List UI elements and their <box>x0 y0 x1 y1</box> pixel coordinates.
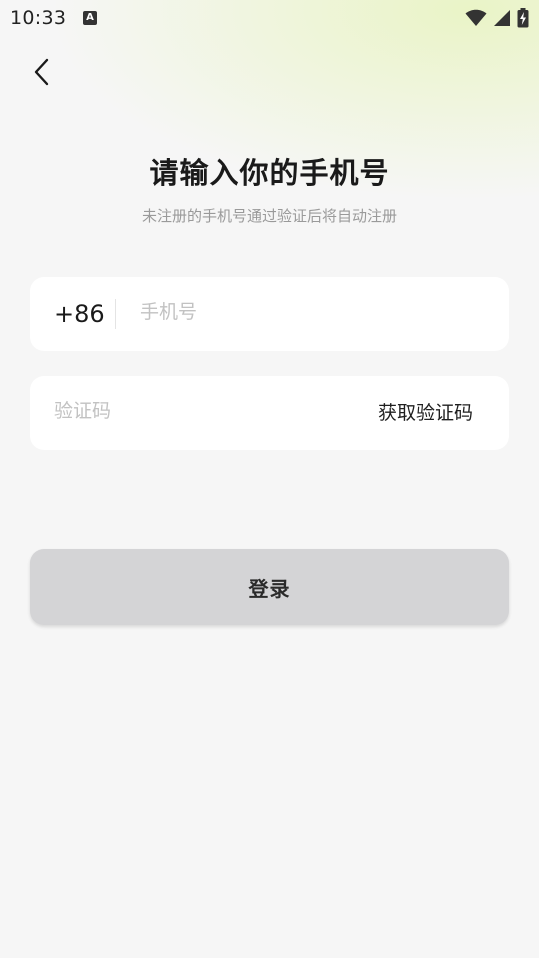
battery-charging-icon <box>517 8 529 28</box>
chevron-left-icon <box>34 58 49 86</box>
verification-code-input[interactable] <box>54 374 334 448</box>
page-title: 请输入你的手机号 <box>149 156 390 190</box>
login-button[interactable]: 登录 <box>30 549 509 625</box>
page-subtitle: 未注册的手机号通过验证后将自动注册 <box>141 207 397 225</box>
signal-icon <box>494 10 510 26</box>
font-a-icon: A <box>83 11 97 25</box>
verification-code-field: 获取验证码 <box>30 374 509 450</box>
field-divider <box>115 299 116 329</box>
get-code-button[interactable]: 获取验证码 <box>378 376 473 450</box>
phone-input[interactable] <box>140 275 490 349</box>
back-button[interactable] <box>22 52 62 92</box>
status-time: 10:33 <box>10 7 67 29</box>
status-icons <box>465 7 529 29</box>
status-bar: 10:33 A <box>0 0 539 36</box>
country-code-selector[interactable]: +86 <box>54 277 105 351</box>
wifi-icon <box>465 9 487 26</box>
phone-field: +86 <box>30 275 509 351</box>
